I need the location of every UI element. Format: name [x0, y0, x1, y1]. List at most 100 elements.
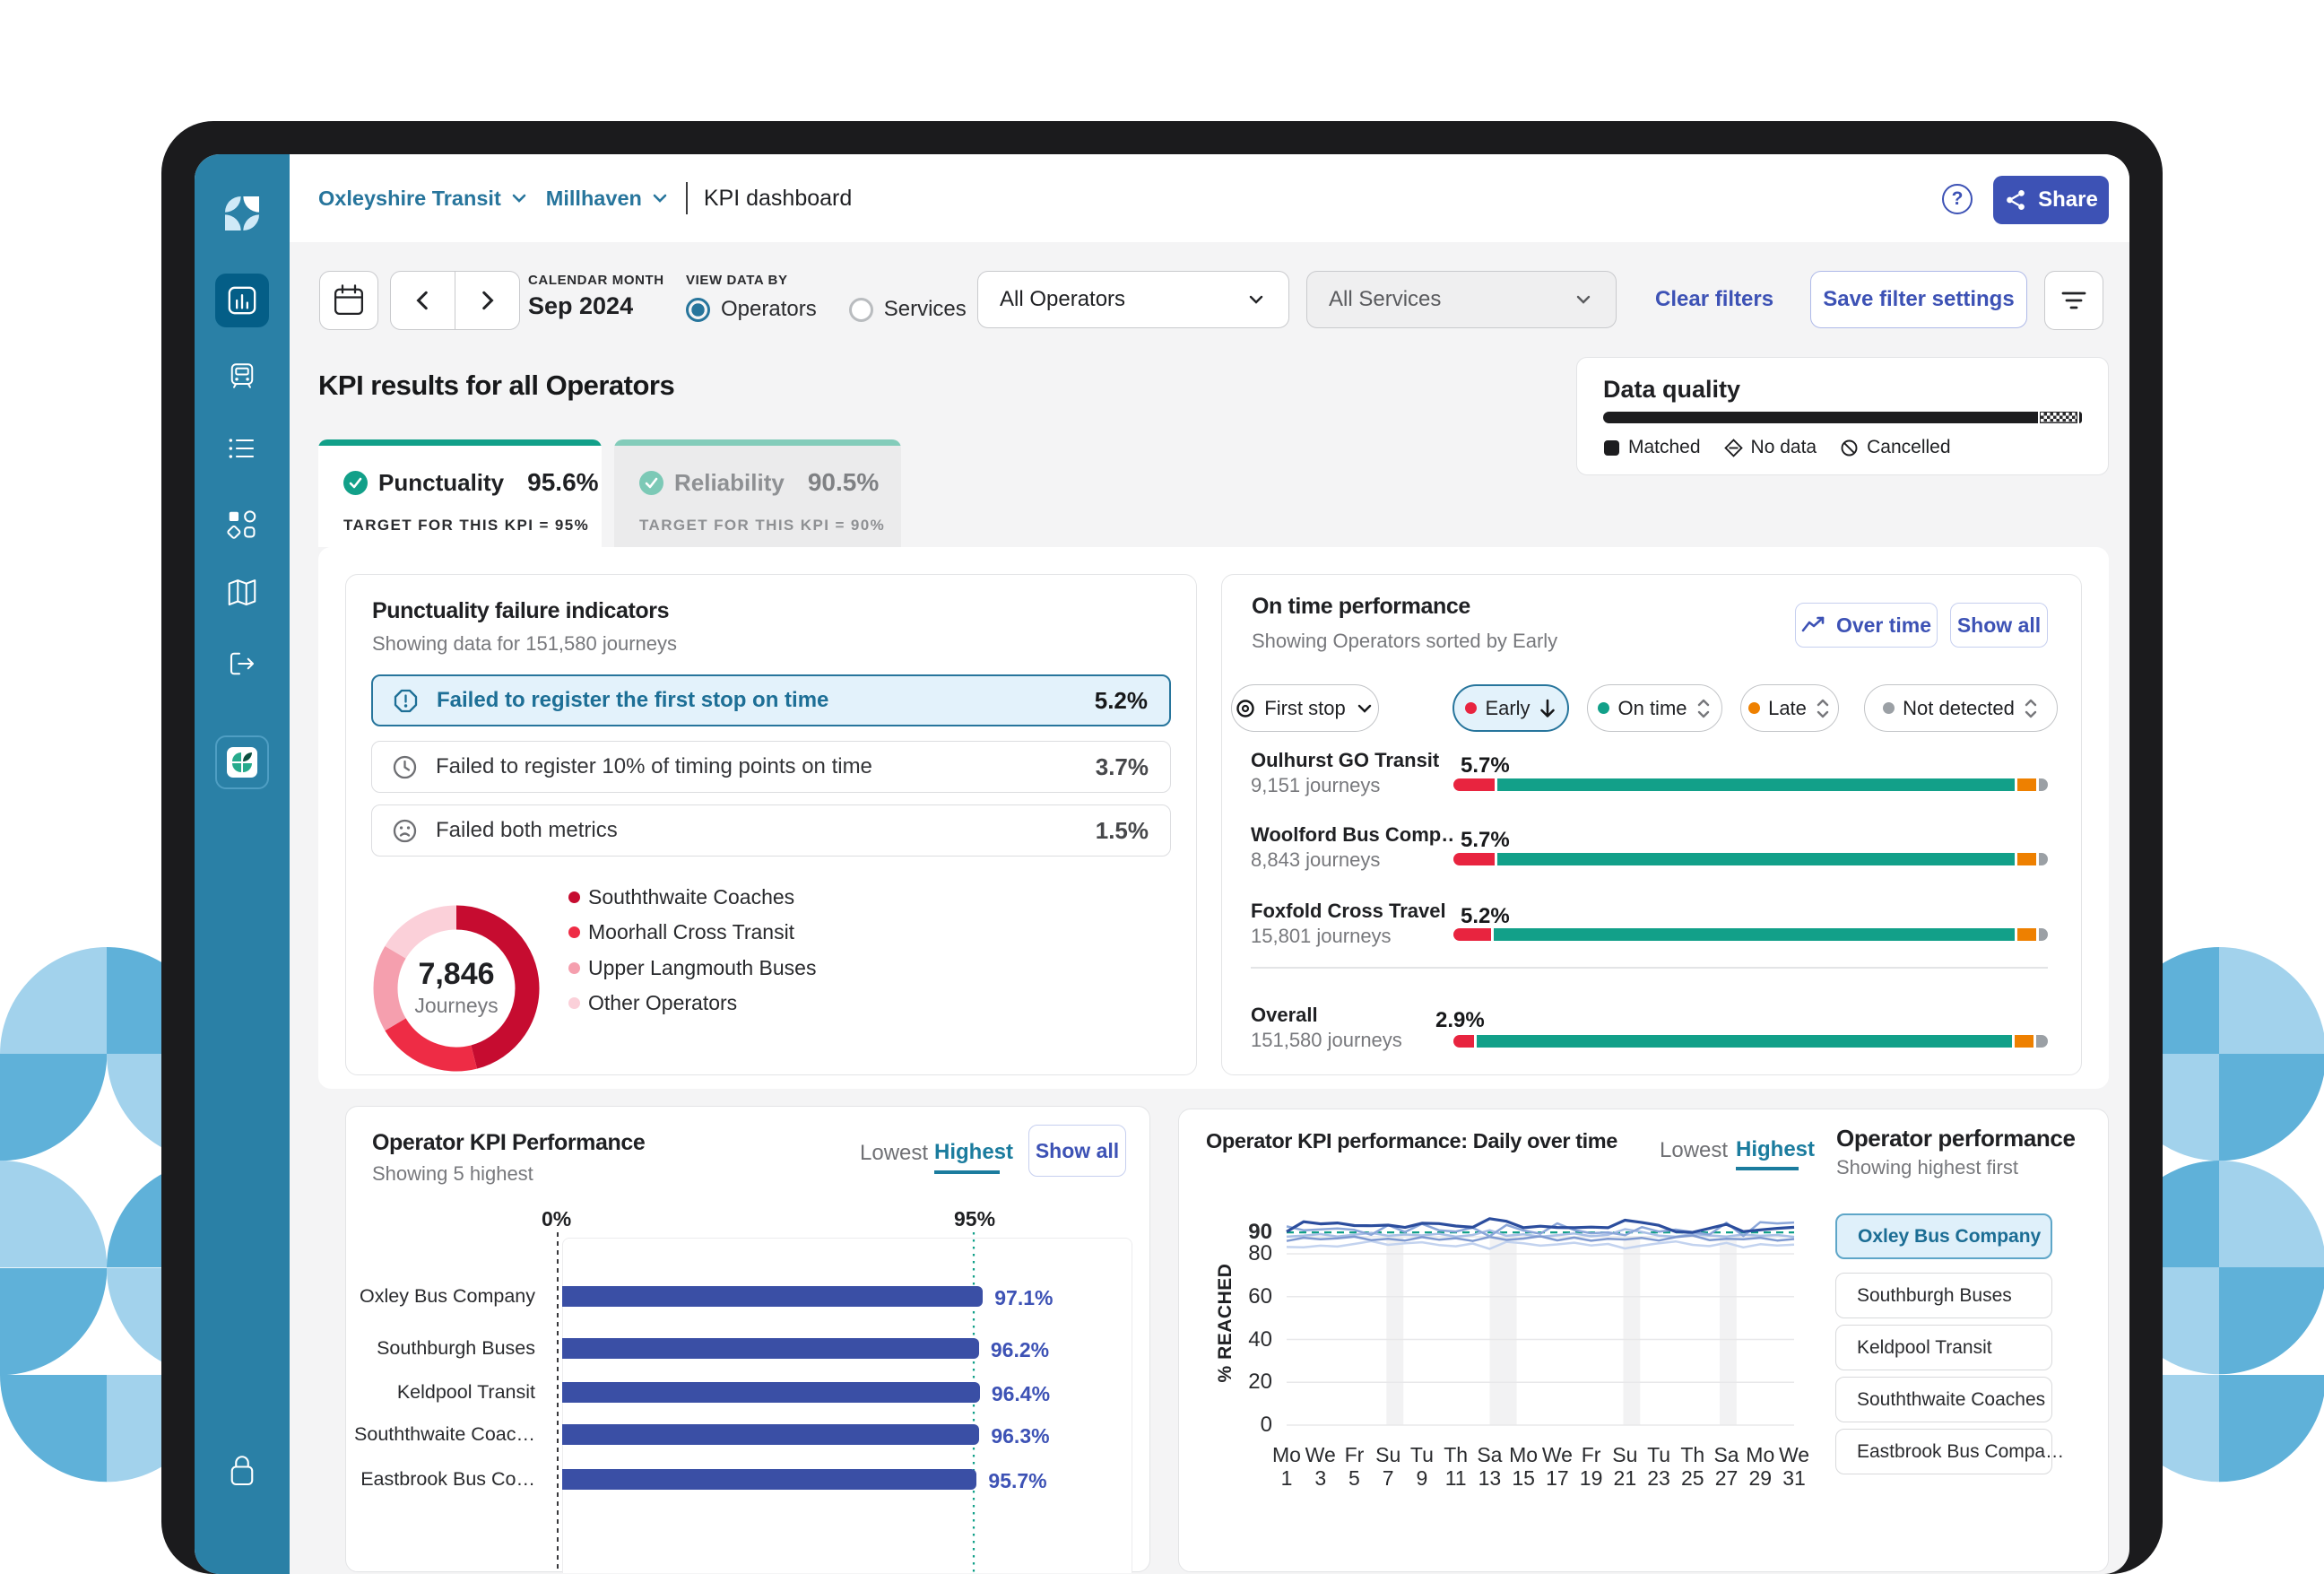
donut-center: 7,846 Journeys [367, 957, 546, 1018]
donut-legend-item: Souththwaite Coaches [568, 884, 794, 909]
decoration-petal [0, 1161, 107, 1267]
main-content: Oxleyshire Transit Millhaven KPI dashboa… [290, 154, 2129, 1574]
over-time-button[interactable]: Over time [1795, 603, 1938, 648]
sidebar-item-categories[interactable] [195, 508, 290, 542]
sad-face-icon [392, 818, 418, 844]
sidebar-item-dashboard[interactable] [215, 274, 269, 327]
sidebar-item-vehicles[interactable] [195, 360, 290, 392]
decoration-petal [0, 1375, 107, 1482]
legend-dot-icon [568, 997, 580, 1009]
tab-reliability[interactable]: Reliability 90.5% TARGET FOR THIS KPI = … [614, 439, 901, 547]
bar-value-label: 96.2% [991, 1338, 1049, 1362]
bar-segment-2 [2017, 853, 2036, 865]
chevron-down-icon [509, 188, 529, 208]
clear-filters-link[interactable]: Clear filters [1655, 287, 1773, 312]
pill-late[interactable]: Late [1740, 684, 1839, 732]
matched-swatch-icon [1603, 439, 1620, 457]
bar-value-label: 95.7% [988, 1469, 1046, 1493]
page-title: KPI dashboard [704, 186, 852, 212]
services-dropdown[interactable]: All Services [1306, 271, 1617, 328]
early-value: 5.2% [1461, 904, 1510, 929]
alert-icon [393, 688, 419, 714]
pill-first-stop[interactable]: First stop [1231, 684, 1379, 732]
sidebar-item-map[interactable] [195, 576, 290, 610]
arrow-down-icon [1539, 698, 1557, 719]
failure-row-label: Failed both metrics [436, 818, 618, 843]
tab-inactive-strip [614, 439, 901, 446]
filter-icon [2059, 285, 2089, 316]
stacked-bar [1453, 778, 2048, 791]
view-data-radios: Operators Services [686, 297, 967, 322]
operators-dropdown[interactable]: All Operators [977, 271, 1289, 328]
decoration-petal [2219, 1161, 2324, 1267]
failure-row-0[interactable]: Failed to register the first stop on tim… [371, 674, 1171, 726]
divider [1251, 967, 2048, 969]
sort-down-icon [1539, 698, 1557, 719]
radio-operators[interactable] [686, 298, 710, 322]
prev-month-button[interactable] [391, 272, 455, 329]
bar-category-label: Eastbrook Bus Co… [338, 1468, 535, 1491]
breadcrumb-org[interactable]: Oxleyshire Transit [318, 187, 501, 211]
chevron-down-icon [1573, 289, 1594, 310]
tab-punctuality-value: 95.6% [527, 468, 598, 497]
decoration-petal [2219, 947, 2324, 1054]
bar-segment-3 [2039, 778, 2048, 791]
operator-journeys: 8,843 journeys [1251, 848, 1380, 872]
sort-updown-icon [2023, 697, 2039, 720]
operator-name: Foxfold Cross Travel [1251, 900, 1446, 923]
filter-button[interactable] [2044, 271, 2103, 330]
donut-segment-3 [395, 917, 456, 952]
radio-operators-label[interactable]: Operators [721, 297, 817, 322]
chevron-right-icon [475, 289, 499, 312]
month-stepper [390, 271, 520, 330]
data-quality-bar [1603, 412, 2082, 423]
tab-punctuality[interactable]: Punctuality 95.6% TARGET FOR THIS KPI = … [318, 439, 602, 547]
first-stop-icon [1235, 698, 1256, 719]
legend-cancelled: Cancelled [1840, 437, 1950, 458]
pill-not-detected[interactable]: Not detected [1864, 684, 2058, 732]
sidebar-item-companion-app[interactable] [215, 735, 269, 789]
check-icon [349, 477, 362, 489]
bar-segment-2 [2017, 778, 2036, 791]
pill-early[interactable]: Early [1452, 684, 1569, 732]
x-tick-dayname: We [1767, 1443, 1821, 1467]
next-month-button[interactable] [455, 272, 519, 329]
radio-services-label[interactable]: Services [884, 297, 967, 322]
breadcrumb-area[interactable]: Millhaven [546, 187, 642, 211]
kpi-bar [562, 1338, 979, 1359]
sidebar-item-services[interactable] [195, 432, 290, 465]
map-icon [225, 576, 259, 610]
share-button[interactable]: Share [1993, 176, 2109, 224]
decoration-petal [2219, 1375, 2324, 1482]
failure-row-label: Failed to register the first stop on tim… [437, 688, 828, 713]
calendar-button[interactable] [319, 271, 378, 330]
save-filter-settings-button[interactable]: Save filter settings [1810, 271, 2027, 328]
failure-indicators-card: Punctuality failure indicators Showing d… [345, 574, 1197, 1075]
dq-segment-no-data [2040, 412, 2077, 423]
bar-segment-1 [1497, 853, 2014, 865]
failure-row-2[interactable]: Failed both metrics1.5% [371, 804, 1171, 857]
pill-on-time[interactable]: On time [1587, 684, 1722, 732]
app-logo [195, 196, 290, 230]
legend-label: Other Operators [588, 991, 737, 1015]
legend-dot-icon [568, 962, 580, 974]
data-quality-title: Data quality [1603, 376, 1740, 404]
tab-content-row: Punctuality 95.6% [343, 468, 599, 497]
help-button[interactable]: ? [1942, 184, 1973, 214]
sidebar-item-lock[interactable] [195, 1453, 290, 1489]
radio-services[interactable] [849, 298, 873, 322]
share-label: Share [2038, 187, 2098, 213]
tablet-frame: Oxleyshire Transit Millhaven KPI dashboa… [161, 121, 2163, 1574]
show-all-button[interactable]: Show all [1950, 603, 2048, 648]
tab-reliability-target: TARGET FOR THIS KPI = 90% [639, 517, 885, 535]
stacked-bar [1453, 928, 2048, 941]
breadcrumb: Oxleyshire Transit Millhaven KPI dashboa… [318, 154, 852, 242]
early-value: 5.7% [1461, 828, 1510, 853]
y-tick-60: 60 [1218, 1284, 1272, 1309]
kpi-results-panel: Punctuality failure indicators Showing d… [318, 547, 2109, 1089]
sidebar-item-logout[interactable] [195, 648, 290, 680]
failure-row-1[interactable]: Failed to register 10% of timing points … [371, 741, 1171, 793]
pill-label: First stop [1264, 697, 1345, 720]
tab-content-row: Reliability 90.5% [639, 468, 879, 497]
tab-active-strip [318, 439, 602, 446]
